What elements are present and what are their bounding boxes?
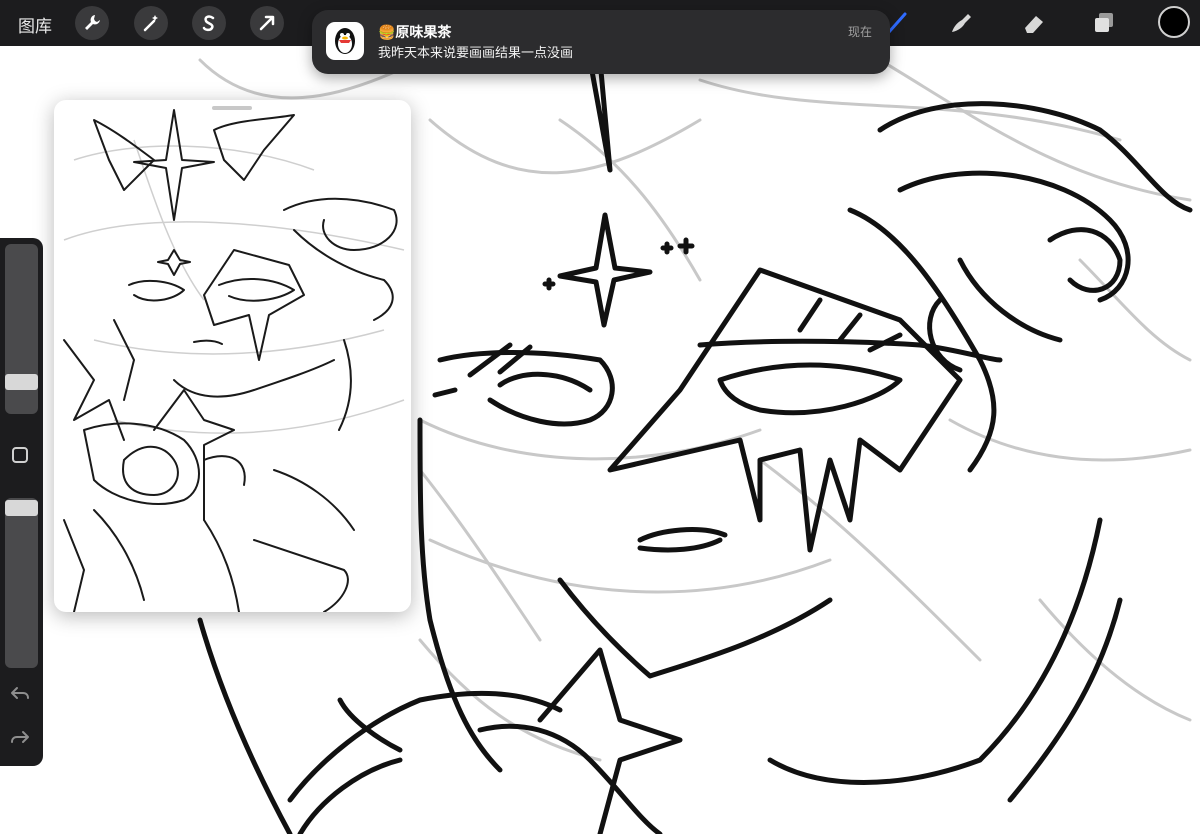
notification-banner[interactable]: 🍔原味果茶 我昨天本来说要画画结果一点没画 现在 [312,10,890,74]
layers-icon[interactable] [1086,6,1122,40]
gallery-button[interactable]: 图库 [18,12,52,37]
undo-icon[interactable] [10,686,30,707]
color-picker-button[interactable] [1158,6,1190,38]
arrow-cursor-icon[interactable] [250,6,284,40]
qq-penguin-icon [326,22,364,60]
reference-window[interactable] [54,100,411,612]
square-icon[interactable] [12,447,28,463]
opacity-slider[interactable] [5,498,38,668]
magic-wand-icon[interactable] [134,6,168,40]
notification-time: 现在 [847,25,872,39]
eraser-icon[interactable] [1016,6,1052,40]
selection-s-icon[interactable] [192,6,226,40]
wrench-icon[interactable] [75,6,109,40]
left-sidebar [0,238,43,766]
notification-title: 🍔原味果茶 [378,25,452,41]
smudge-icon[interactable] [943,6,979,40]
reference-sketch-thumbnail [63,109,405,612]
opacity-thumb[interactable] [5,500,38,516]
notification-message: 我昨天本来说要画画结果一点没画 [378,46,574,61]
reference-window-handle[interactable] [212,106,252,110]
brush-size-thumb[interactable] [5,374,38,390]
redo-icon[interactable] [10,730,30,751]
brush-size-slider[interactable] [5,244,38,414]
